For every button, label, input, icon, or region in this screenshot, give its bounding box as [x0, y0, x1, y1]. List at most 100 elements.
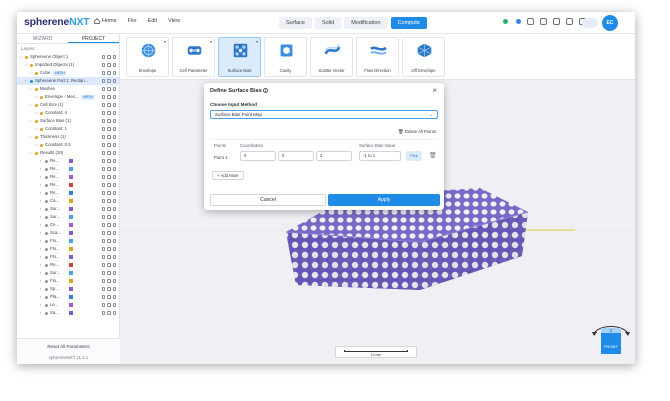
edit-icon[interactable]	[101, 207, 105, 211]
edit-icon[interactable]	[101, 271, 105, 275]
close-icon[interactable]: ×	[432, 86, 437, 95]
edit-icon[interactable]	[101, 127, 105, 131]
coord-y-input[interactable]: 0	[278, 151, 314, 161]
visibility-icon[interactable]	[107, 255, 111, 259]
tree-item[interactable]: › Constant: 0.3	[17, 141, 119, 149]
visibility-icon[interactable]	[107, 79, 111, 83]
copy-icon[interactable]	[566, 18, 573, 25]
color-swatch[interactable]	[69, 159, 73, 163]
menu-edit[interactable]: Edit	[148, 18, 157, 24]
visibility-icon[interactable]	[107, 295, 111, 299]
lock-icon[interactable]	[112, 311, 116, 315]
info-icon[interactable]: i	[263, 88, 269, 93]
visibility-icon[interactable]	[107, 191, 111, 195]
edit-icon[interactable]	[101, 231, 105, 235]
visibility-icon[interactable]	[45, 255, 48, 259]
result-item[interactable]: › Le...	[17, 301, 119, 309]
edit-icon[interactable]	[101, 287, 105, 291]
lock-icon[interactable]	[112, 135, 116, 139]
lock-icon[interactable]	[112, 167, 116, 171]
delete-all-points-button[interactable]: 🗑 Delete All Points	[398, 129, 436, 135]
chat-icon[interactable]	[553, 18, 560, 25]
lock-icon[interactable]	[112, 175, 116, 179]
tab-modification[interactable]: Modification	[344, 17, 388, 29]
lock-icon[interactable]	[112, 127, 116, 131]
color-swatch[interactable]	[69, 287, 73, 291]
tree-item[interactable]: › Cube MESH	[17, 69, 119, 77]
lock-icon[interactable]	[112, 287, 116, 291]
visibility-icon[interactable]	[107, 135, 111, 139]
lock-icon[interactable]	[112, 119, 116, 123]
visibility-icon[interactable]	[45, 215, 48, 219]
result-item[interactable]: › Re...	[17, 165, 119, 173]
result-item[interactable]: › Ce...	[17, 221, 119, 229]
tree-item[interactable]: › Meshes	[17, 85, 119, 93]
edit-icon[interactable]	[101, 239, 105, 243]
result-item[interactable]: › Re...	[17, 189, 119, 197]
tool-scatter-vector[interactable]: Scatter Vector	[310, 37, 353, 77]
export-icon[interactable]	[527, 18, 534, 25]
color-swatch[interactable]	[69, 183, 73, 187]
result-item[interactable]: › Ca...	[17, 197, 119, 205]
result-item[interactable]: › Sca...	[17, 229, 119, 237]
color-swatch[interactable]	[69, 295, 73, 299]
visibility-icon[interactable]	[107, 95, 111, 99]
visibility-icon[interactable]	[107, 223, 111, 227]
visibility-icon[interactable]	[45, 311, 48, 315]
color-swatch[interactable]	[69, 247, 73, 251]
edit-icon[interactable]	[101, 215, 105, 219]
visibility-icon[interactable]	[45, 271, 48, 275]
edit-icon[interactable]	[101, 295, 105, 299]
visibility-icon[interactable]	[45, 199, 48, 203]
visibility-icon[interactable]	[107, 239, 111, 243]
visibility-icon[interactable]	[107, 207, 111, 211]
visibility-icon[interactable]	[107, 175, 111, 179]
visibility-icon[interactable]	[107, 311, 111, 315]
lock-icon[interactable]	[112, 103, 116, 107]
tree-item[interactable]: › Results (20)	[17, 149, 119, 157]
visibility-icon[interactable]	[107, 127, 111, 131]
color-swatch[interactable]	[69, 191, 73, 195]
edit-icon[interactable]	[101, 111, 105, 115]
edit-icon[interactable]	[101, 255, 105, 259]
visibility-icon[interactable]	[107, 199, 111, 203]
lock-icon[interactable]	[112, 159, 116, 163]
lock-icon[interactable]	[112, 303, 116, 307]
lock-icon[interactable]	[112, 151, 116, 155]
visibility-icon[interactable]	[45, 183, 48, 187]
edit-icon[interactable]	[101, 151, 105, 155]
edit-icon[interactable]	[101, 119, 105, 123]
edit-icon[interactable]	[101, 183, 105, 187]
avatar[interactable]: EC	[602, 15, 618, 31]
visibility-icon[interactable]	[107, 151, 111, 155]
color-swatch[interactable]	[69, 263, 73, 267]
result-item[interactable]: › Sur...	[17, 205, 119, 213]
visibility-icon[interactable]	[107, 231, 111, 235]
lock-icon[interactable]	[112, 231, 116, 235]
color-swatch[interactable]	[69, 207, 73, 211]
lock-icon[interactable]	[112, 111, 116, 115]
link-icon[interactable]	[540, 18, 547, 25]
surface-bias-value-input[interactable]: -1 to 1	[359, 151, 401, 161]
coord-x-input[interactable]: 0	[240, 151, 276, 161]
lock-icon[interactable]	[112, 215, 116, 219]
edit-icon[interactable]	[101, 223, 105, 227]
result-item[interactable]: › Sur...	[17, 269, 119, 277]
visibility-icon[interactable]	[45, 303, 48, 307]
tree-item[interactable]: › Imported Objects (1)	[17, 61, 119, 69]
lock-icon[interactable]	[112, 223, 116, 227]
visibility-icon[interactable]	[45, 279, 48, 283]
result-item[interactable]: › Sur...	[17, 213, 119, 221]
tree-item[interactable]: › Thickness (1)	[17, 133, 119, 141]
lock-icon[interactable]	[112, 199, 116, 203]
tool-surface-bias[interactable]: Surface Bias ▾	[218, 37, 261, 77]
tool-off-envelope[interactable]: Off Envelope	[402, 37, 445, 77]
tree-item[interactable]: › Sphereene Part 1: Rectan...	[17, 77, 119, 85]
apply-button[interactable]: Apply	[328, 194, 440, 206]
visibility-icon[interactable]	[45, 263, 48, 267]
cancel-button[interactable]: Cancel	[210, 194, 326, 206]
lock-icon[interactable]	[112, 271, 116, 275]
visibility-icon[interactable]	[107, 111, 111, 115]
lock-icon[interactable]	[112, 207, 116, 211]
visibility-icon[interactable]	[45, 191, 48, 195]
